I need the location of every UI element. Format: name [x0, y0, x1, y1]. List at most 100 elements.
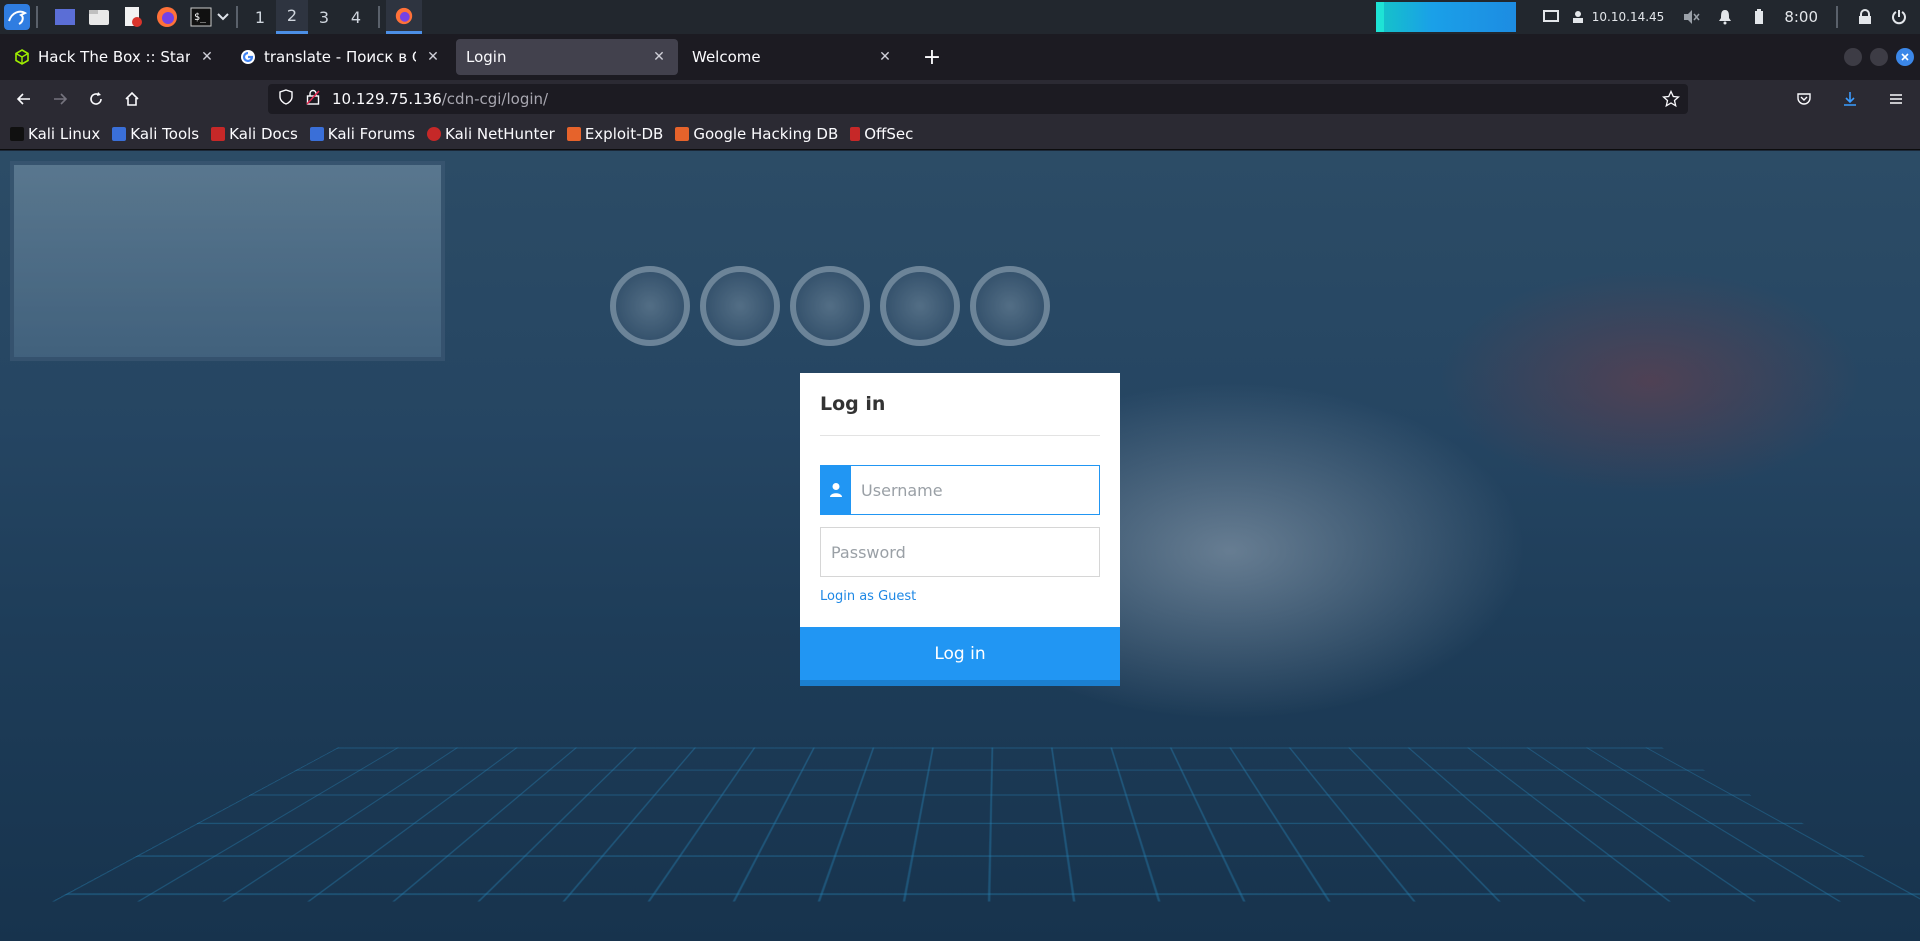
url-host: 10.129.75.136 — [332, 90, 442, 108]
tab-translate[interactable]: translate - Поиск в Googl ✕ — [230, 39, 452, 75]
workspace-4[interactable]: 4 — [340, 0, 372, 34]
bookmark-kali-nethunter[interactable]: Kali NetHunter — [427, 125, 555, 143]
background-wheel — [790, 266, 870, 346]
ghdb-icon — [675, 126, 690, 141]
bookmark-kali-linux[interactable]: Kali Linux — [10, 125, 100, 143]
bookmark-label: Kali Docs — [229, 124, 298, 143]
pocket-button[interactable] — [1788, 83, 1820, 115]
vpn-user-icon — [1570, 4, 1586, 30]
bookmark-label: Kali Forums — [327, 124, 416, 143]
bookmark-kali-forums[interactable]: Kali Forums — [309, 124, 416, 143]
network-graph — [1375, 2, 1516, 32]
kali-docs-icon — [211, 126, 226, 141]
window-close-button[interactable] — [1896, 48, 1914, 66]
workspace-3[interactable]: 3 — [308, 0, 340, 34]
close-icon[interactable]: ✕ — [876, 49, 894, 65]
home-button[interactable] — [116, 83, 148, 115]
bookmark-google-hacking-db[interactable]: Google Hacking DB — [675, 125, 838, 143]
app-menu-button[interactable] — [1880, 83, 1912, 115]
tab-welcome[interactable]: Welcome ✕ — [682, 39, 904, 75]
kali-dragon-icon — [10, 126, 24, 141]
bookmark-label: OffSec — [864, 124, 914, 143]
background-showroom-screen — [10, 161, 445, 361]
divider — [820, 435, 1100, 436]
login-title: Log in — [820, 393, 886, 415]
show-desktop-icon[interactable] — [52, 4, 78, 30]
workspace-1[interactable]: 1 — [244, 0, 276, 34]
shield-icon[interactable] — [278, 89, 294, 109]
bookmark-label: Kali Tools — [130, 124, 200, 143]
bookmark-star-icon[interactable] — [1661, 89, 1681, 112]
display-icon[interactable] — [1538, 4, 1564, 30]
user-icon — [821, 466, 852, 514]
password-input[interactable] — [821, 528, 1099, 576]
arrow-left-icon — [16, 93, 30, 105]
close-icon[interactable]: ✕ — [650, 49, 668, 65]
lock-screen-icon[interactable] — [1852, 4, 1878, 30]
forward-button[interactable] — [44, 83, 76, 115]
workspace-2[interactable]: 2 — [276, 0, 308, 34]
background-floor-grid — [51, 747, 1920, 902]
volume-muted-icon[interactable] — [1678, 4, 1704, 30]
firefox-window-button[interactable] — [386, 0, 422, 34]
bookmark-offsec[interactable]: OffSec — [850, 125, 913, 143]
username-input[interactable] — [851, 466, 1099, 514]
kali-menu-icon[interactable] — [4, 4, 30, 30]
close-icon[interactable]: ✕ — [198, 49, 216, 65]
url-bar[interactable]: 10.129.75.136/cdn-cgi/login/ — [268, 84, 1688, 114]
kali-tools-icon — [112, 126, 127, 141]
url-path: /cdn-cgi/login/ — [441, 90, 549, 108]
reload-button[interactable] — [80, 83, 112, 115]
ip-address: 10.10.14.45 — [1591, 10, 1665, 24]
taskbar-separator — [378, 6, 380, 28]
clock[interactable]: 8:00 — [1784, 8, 1818, 26]
terminal-icon[interactable]: $_ — [188, 4, 214, 30]
bookmark-label: Exploit-DB — [584, 124, 664, 143]
bookmark-kali-tools[interactable]: Kali Tools — [112, 125, 199, 143]
bookmark-label: Kali Linux — [28, 124, 101, 143]
home-icon — [125, 91, 139, 106]
login-as-guest-link[interactable]: Login as Guest — [820, 589, 916, 604]
pocket-icon — [1797, 93, 1811, 105]
login-button[interactable]: Log in — [800, 627, 1120, 686]
file-manager-icon[interactable] — [86, 4, 112, 30]
kali-forums-icon — [309, 126, 324, 141]
chevron-down-icon[interactable] — [216, 4, 230, 30]
tab-login[interactable]: Login ✕ — [456, 39, 678, 75]
bookmark-kali-docs[interactable]: Kali Docs — [211, 125, 298, 143]
desktop-taskbar: $_ 1 2 3 4 10.10.14.45 8:00 — [0, 0, 1920, 34]
notification-bell-icon[interactable] — [1712, 4, 1738, 30]
google-icon — [240, 49, 256, 65]
power-icon[interactable] — [1886, 4, 1912, 30]
maximize-button[interactable] — [1870, 48, 1888, 66]
firefox-icon — [395, 7, 413, 24]
close-icon[interactable]: ✕ — [424, 49, 442, 65]
exploit-db-icon — [566, 126, 581, 141]
back-button[interactable] — [8, 83, 40, 115]
bookmark-exploit-db[interactable]: Exploit-DB — [566, 124, 664, 143]
tab-label: translate - Поиск в Googl — [264, 48, 416, 66]
bookmark-label: Kali NetHunter — [445, 124, 555, 143]
tab-hack-the-box[interactable]: Hack The Box :: Starting P ✕ — [4, 39, 226, 75]
url-text[interactable]: 10.129.75.136/cdn-cgi/login/ — [332, 90, 548, 108]
taskbar-separator — [36, 6, 38, 28]
firefox-launcher-icon[interactable] — [154, 4, 180, 30]
text-editor-icon[interactable] — [120, 4, 146, 30]
offsec-icon — [850, 126, 861, 141]
tab-label: Hack The Box :: Starting P — [38, 48, 190, 66]
background-wheel — [700, 266, 780, 346]
minimize-button[interactable] — [1844, 48, 1862, 66]
new-tab-button[interactable]: + — [918, 45, 946, 70]
navigation-toolbar: 10.129.75.136/cdn-cgi/login/ — [0, 80, 1920, 118]
background-wheel — [880, 266, 960, 346]
insecure-lock-icon[interactable] — [306, 89, 320, 109]
close-icon — [1901, 53, 1909, 61]
download-icon — [1844, 92, 1856, 106]
arrow-right-icon — [54, 93, 68, 105]
downloads-button[interactable] — [1834, 83, 1866, 115]
taskbar-separator — [236, 6, 238, 28]
taskbar-separator — [1836, 6, 1838, 28]
nethunter-icon — [427, 126, 442, 141]
bookmark-label: Google Hacking DB — [693, 124, 839, 143]
background-wheel — [970, 266, 1050, 346]
